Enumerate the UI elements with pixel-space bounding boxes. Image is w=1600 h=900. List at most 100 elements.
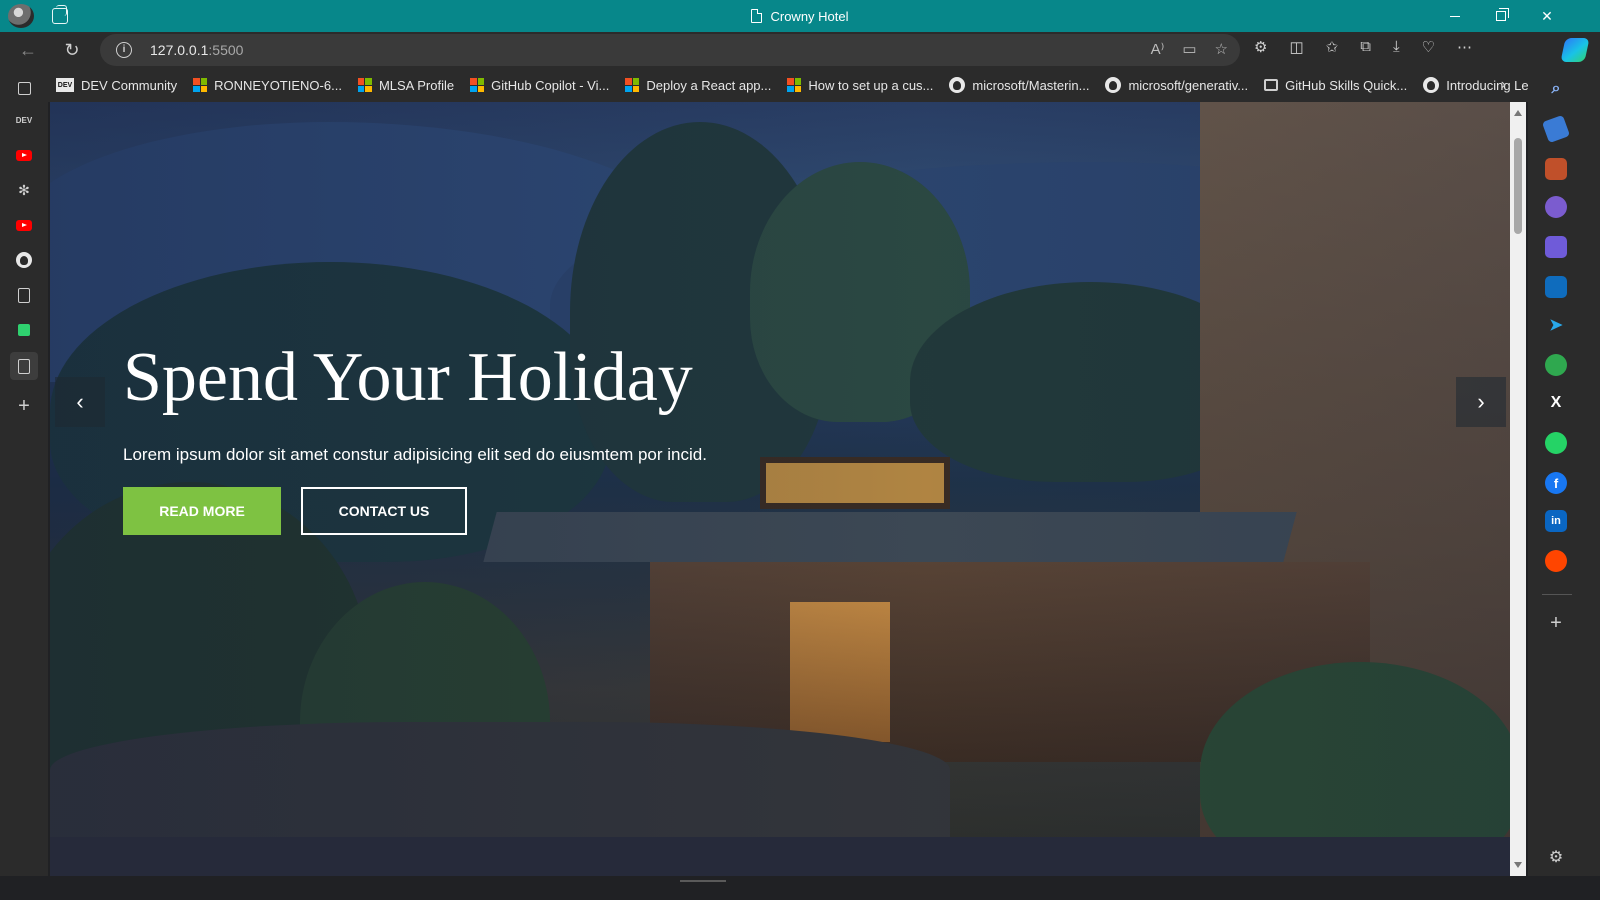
dev-tab-label: DEV (15, 115, 33, 125)
hero-subtitle: Lorem ipsum dolor sit amet constur adipi… (123, 445, 707, 464)
tools-briefcase-icon[interactable] (1545, 158, 1567, 180)
bookmark-label: microsoft/Masterin... (972, 77, 1090, 93)
microsoft-icon (193, 78, 208, 92)
copilot-icon[interactable] (1560, 38, 1590, 62)
github-icon (1105, 77, 1122, 93)
bookmark-label: RONNEYOTIENO-6... (214, 77, 342, 93)
address-bar[interactable]: i 127.0.0.1:5500 A⁾ ▭ ☆ (100, 34, 1240, 66)
bookmark-label: DEV Community (81, 77, 178, 93)
refresh-button[interactable]: ↻ (58, 36, 86, 64)
tab-actions-icon[interactable] (10, 74, 38, 102)
bookmark-item[interactable]: How to set up a cus... (779, 78, 941, 93)
copilot-365-icon[interactable] (1545, 236, 1567, 258)
active-page-tab-icon[interactable] (10, 352, 38, 380)
scroll-down-arrow-icon[interactable] (1514, 862, 1522, 868)
slider-next-button[interactable]: › (1456, 377, 1506, 427)
read-aloud-icon[interactable]: A⁾ (1151, 40, 1165, 58)
bookmark-item[interactable]: RONNEYOTIENO-6... (185, 78, 350, 93)
sheets-tab-icon[interactable] (10, 316, 38, 344)
title-bar: Crowny Hotel ✕ (0, 0, 1600, 32)
bookmark-label: Deploy a React app... (646, 77, 772, 93)
tree-icon[interactable] (1545, 354, 1567, 376)
bookmark-item[interactable]: GitHub Skills Quick... (1256, 78, 1415, 93)
bookmark-label: How to set up a cus... (808, 77, 934, 93)
reddit-icon[interactable] (1545, 550, 1567, 572)
contact-us-button[interactable]: CONTACT US (301, 487, 467, 535)
restore-button[interactable] (1478, 0, 1524, 32)
bookmark-item[interactable]: DEV DEV Community (48, 78, 185, 93)
close-window-button[interactable]: ✕ (1524, 0, 1570, 32)
more-menu-icon[interactable]: ⋯ (1457, 38, 1472, 56)
chevron-right-icon: › (1477, 389, 1485, 414)
bookmarks-bar: DEV DEV Community RONNEYOTIENO-6... MLSA … (48, 68, 1568, 102)
hero-title: Spend Your Holiday (123, 339, 693, 416)
shopping-tag-icon[interactable] (1541, 114, 1571, 144)
dev-icon: DEV (56, 78, 74, 92)
collections-icon[interactable]: ⧉ (1360, 38, 1371, 56)
minimize-button[interactable] (1432, 0, 1478, 32)
add-sidebar-app-plus-icon[interactable]: + (1545, 612, 1567, 634)
youtube-tab-icon-2[interactable] (10, 211, 38, 239)
send-icon[interactable]: ➤ (1545, 314, 1567, 336)
linkedin-icon[interactable]: in (1545, 510, 1567, 532)
chevron-right-icon[interactable]: › (1501, 76, 1506, 94)
dev-tab-icon[interactable]: DEV (10, 106, 38, 134)
extensions-icon[interactable]: ⚙ (1254, 38, 1267, 56)
bookmark-label: microsoft/generativ... (1128, 77, 1249, 93)
bookmark-item[interactable]: GitHub Copilot - Vi... (462, 78, 617, 93)
read-more-button[interactable]: READ MORE (123, 487, 281, 535)
openai-tab-icon[interactable]: ✻ (10, 176, 38, 204)
skills-icon (1264, 79, 1279, 91)
slider-prev-button[interactable]: ‹ (55, 377, 105, 427)
url-host: 127.0.0.1 (150, 42, 209, 58)
downloads-icon[interactable]: ⤓ (1393, 38, 1400, 56)
page-scrollbar[interactable] (1510, 102, 1526, 876)
scrollbar-thumb[interactable] (1514, 138, 1522, 234)
facebook-glyph: f (1553, 475, 1559, 491)
document-icon (751, 9, 763, 23)
bookmark-item[interactable]: microsoft/generativ... (1097, 77, 1256, 93)
x-twitter-icon[interactable]: X (1545, 392, 1567, 414)
chevron-left-icon: ‹ (76, 389, 84, 414)
bookmark-label: GitHub Skills Quick... (1285, 77, 1408, 93)
scroll-up-arrow-icon[interactable] (1514, 110, 1522, 116)
microsoft-icon (625, 78, 640, 92)
back-button[interactable]: ← (14, 36, 42, 64)
games-icon[interactable] (1545, 196, 1567, 218)
facebook-icon[interactable]: f (1545, 472, 1567, 494)
hero-overlay (50, 102, 1510, 837)
left-sidebar: DEV ✻ + (0, 68, 48, 900)
favorites-icon[interactable]: ✩ (1326, 38, 1339, 56)
bookmark-item[interactable]: MLSA Profile (350, 78, 462, 93)
youtube-tab-icon[interactable] (10, 141, 38, 169)
immersive-reader-icon[interactable]: ▭ (1182, 40, 1196, 58)
bookmark-item[interactable]: microsoft/Masterin... (941, 77, 1097, 93)
favorite-star-icon[interactable]: ☆ (1215, 40, 1228, 58)
split-screen-icon[interactable]: ◫ (1289, 38, 1303, 56)
sidebar-settings-gear-icon[interactable]: ⚙ (1545, 846, 1567, 868)
github-icon (1423, 77, 1440, 93)
microsoft-icon (787, 78, 802, 92)
site-info-icon[interactable]: i (116, 42, 132, 58)
bookmark-label: MLSA Profile (378, 77, 455, 93)
bookmark-item[interactable]: Deploy a React app... (617, 78, 779, 93)
whatsapp-icon[interactable] (1545, 432, 1567, 454)
browser-essentials-icon[interactable]: ♡ (1422, 38, 1435, 56)
bottom-edge (0, 876, 1600, 900)
linkedin-glyph: in (1551, 515, 1561, 527)
microsoft-icon (357, 78, 372, 92)
outlook-icon[interactable] (1545, 276, 1567, 298)
new-tab-plus-icon[interactable]: + (10, 392, 38, 420)
taskbar-indicator (680, 880, 726, 882)
window-title-text: Crowny Hotel (770, 8, 849, 24)
url-port: :5500 (208, 42, 244, 58)
url-text[interactable]: 127.0.0.1:5500 (150, 42, 243, 58)
hero-slider: Spend Your Holiday Lorem ipsum dolor sit… (50, 102, 1510, 837)
sidebar-divider (1542, 594, 1572, 595)
microsoft-icon (470, 78, 485, 92)
page-tab-icon[interactable] (10, 281, 38, 309)
search-icon[interactable]: ⌕ (1545, 78, 1567, 100)
github-tab-icon[interactable] (10, 246, 38, 274)
right-sidebar: ⌕ ➤ X f in + ⚙ (1528, 68, 1600, 900)
github-icon (949, 77, 966, 93)
